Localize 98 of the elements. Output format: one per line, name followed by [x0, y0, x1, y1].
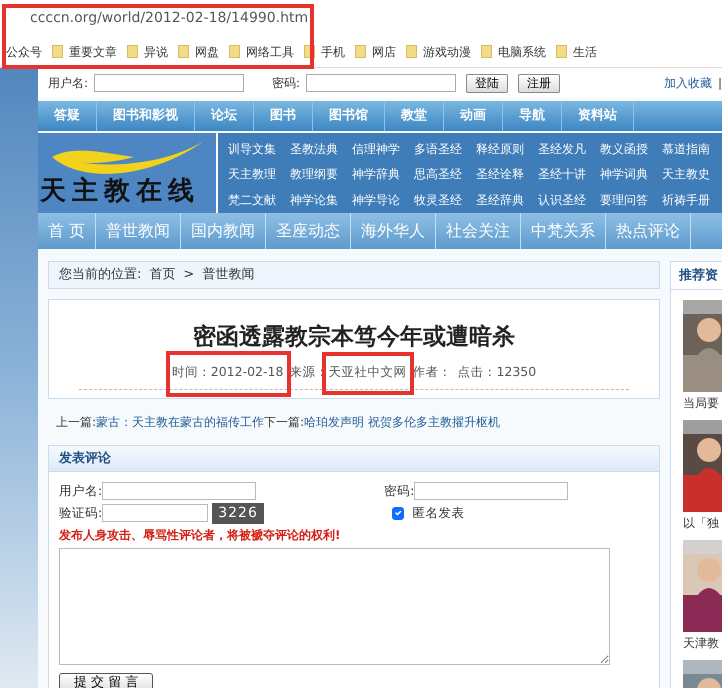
main-nav-link[interactable]: 热点评论: [606, 213, 692, 249]
category-link[interactable]: 思高圣经: [414, 162, 476, 188]
bookmark[interactable]: 网店: [366, 42, 406, 60]
password-field[interactable]: [414, 482, 568, 500]
category-link[interactable]: 圣经发凡: [538, 137, 600, 162]
password-label: 密码:: [384, 482, 414, 500]
main-nav-link[interactable]: 国内教闻: [181, 213, 266, 249]
site-logo[interactable]: 天主教在线: [38, 133, 218, 213]
main-nav-link[interactable]: 海外华人: [351, 213, 436, 249]
main-nav-link[interactable]: 首 页: [38, 213, 96, 249]
bookmark[interactable]: 游戏动漫: [417, 42, 481, 60]
hit-count: 点击：12350: [457, 362, 536, 380]
picture-caption[interactable]: 天津教: [683, 632, 722, 650]
article-source: 天亚社中文网: [328, 364, 406, 378]
category-link[interactable]: 神学论集: [290, 188, 352, 213]
username-label: 用户名:: [59, 482, 102, 500]
sidebar-title: 推荐资: [671, 262, 722, 290]
bookmark[interactable]: 网络工具: [240, 42, 304, 60]
category-link[interactable]: 祈祷手册: [662, 188, 722, 213]
top-nav-link[interactable]: 资料站: [562, 101, 634, 131]
top-nav-link[interactable]: 教堂: [385, 101, 444, 131]
folder-icon: [178, 45, 189, 58]
prev-label: 上一篇:: [56, 415, 96, 430]
folder-icon: [52, 45, 63, 58]
address-bar-url[interactable]: ccccn.org/world/2012-02-18/14990.htm: [30, 8, 308, 28]
category-link[interactable]: 慕道指南: [662, 137, 722, 162]
bookmark[interactable]: 生活: [567, 42, 607, 60]
folder-icon: [127, 45, 138, 58]
password-label: 密码:: [272, 75, 300, 92]
folder-icon: [556, 45, 567, 58]
top-nav-link[interactable]: 动画: [444, 101, 503, 131]
anonymous-checkbox[interactable]: [392, 507, 404, 520]
top-nav-link[interactable]: 答疑: [38, 101, 97, 131]
category-link[interactable]: 教理纲要: [290, 162, 352, 188]
folder-icon: [229, 45, 240, 58]
top-nav-link[interactable]: 图书: [254, 101, 313, 131]
login-bar-button[interactable]: 登陆: [466, 74, 508, 92]
main-nav-link[interactable]: 社会关注: [436, 213, 522, 249]
username-field[interactable]: [102, 482, 256, 500]
category-link[interactable]: 神学导论: [352, 188, 414, 213]
panel-heading: 发表评论: [49, 446, 659, 472]
category-link[interactable]: 神学词典: [600, 162, 662, 188]
category-link[interactable]: 梵二文献: [228, 188, 290, 213]
comment-textarea[interactable]: [59, 548, 610, 666]
prev-article-link[interactable]: 蒙古：天主教在蒙古的福传工作: [96, 415, 264, 430]
breadcrumb-link[interactable]: 首页: [149, 265, 176, 285]
folder-icon: [406, 45, 417, 58]
top-nav-link[interactable]: 论坛: [195, 101, 254, 131]
picture-caption[interactable]: 当局要: [683, 392, 722, 410]
login-bar-button[interactable]: 注册: [518, 74, 560, 92]
password-field[interactable]: [306, 74, 456, 92]
top-nav-link[interactable]: 导航: [503, 101, 562, 131]
category-link[interactable]: 要理问答: [600, 188, 662, 213]
category-link[interactable]: 信理神学: [352, 137, 414, 162]
category-link[interactable]: 认识圣经: [538, 188, 600, 213]
next-article-link[interactable]: 哈珀发声明 祝贺多伦多主教擢升枢机: [304, 415, 500, 430]
captcha-image: 3226: [212, 502, 264, 524]
category-link[interactable]: 牧灵圣经: [414, 188, 476, 213]
captcha-label: 验证码:: [59, 504, 102, 522]
favorite-link[interactable]: 加入收藏: [664, 74, 712, 92]
submit-button[interactable]: 提 交 留 言: [59, 673, 154, 688]
breadcrumb-link[interactable]: 普世教闻: [202, 265, 254, 285]
bookmark[interactable]: 异说: [138, 42, 178, 60]
bookmark[interactable]: 重要文章: [63, 42, 127, 60]
category-link[interactable]: 教义函授: [600, 137, 662, 162]
category-link[interactable]: 圣教法典: [290, 137, 352, 162]
username-label: 用户名:: [48, 75, 88, 92]
top-nav-link[interactable]: 图书馆: [313, 101, 385, 131]
next-label: 下一篇:: [264, 415, 304, 430]
top-nav-link[interactable]: 图书和影视: [97, 101, 195, 131]
anonymous-label: 匿名发表: [412, 504, 464, 522]
bookmark[interactable]: 手机: [315, 42, 355, 60]
warning-text: 发布人身攻击、辱骂性评论者，将被褫夺评论的权利!: [58, 527, 342, 544]
picture-caption[interactable]: 以「独: [683, 512, 722, 530]
category-link[interactable]: 天主教史: [662, 162, 722, 188]
category-link[interactable]: 释经原则: [476, 137, 538, 162]
breadcrumb-label: 您当前的位置:: [59, 266, 142, 284]
main-nav-link[interactable]: 圣座动态: [266, 213, 352, 249]
category-link[interactable]: 训导文集: [228, 137, 290, 162]
category-link[interactable]: 天主教理: [228, 162, 290, 188]
username-field[interactable]: [94, 74, 244, 92]
main-nav-link[interactable]: 普世教闻: [96, 213, 182, 249]
captcha-field[interactable]: [102, 504, 208, 522]
bookmark[interactable]: 电脑系统: [492, 42, 556, 60]
category-link[interactable]: 多语圣经: [414, 137, 476, 162]
folder-icon: [481, 45, 492, 58]
main-nav-link[interactable]: 中梵关系: [521, 213, 606, 249]
category-link[interactable]: 圣经诠释: [476, 162, 538, 188]
category-link[interactable]: 圣经十讲: [538, 162, 600, 188]
breadcrumb-separator: >: [183, 266, 194, 284]
bookmark[interactable]: 公众号: [0, 42, 52, 60]
category-link[interactable]: 圣经辞典: [476, 188, 538, 213]
divider-text: |: [718, 75, 722, 92]
article-time: 时间：2012-02-18: [172, 362, 284, 380]
category-link[interactable]: 神学辞典: [352, 162, 414, 188]
bookmark[interactable]: 网盘: [189, 42, 229, 60]
article-title: 密函透露教宗本笃今年或遭暗杀: [192, 323, 516, 352]
folder-icon: [355, 45, 366, 58]
